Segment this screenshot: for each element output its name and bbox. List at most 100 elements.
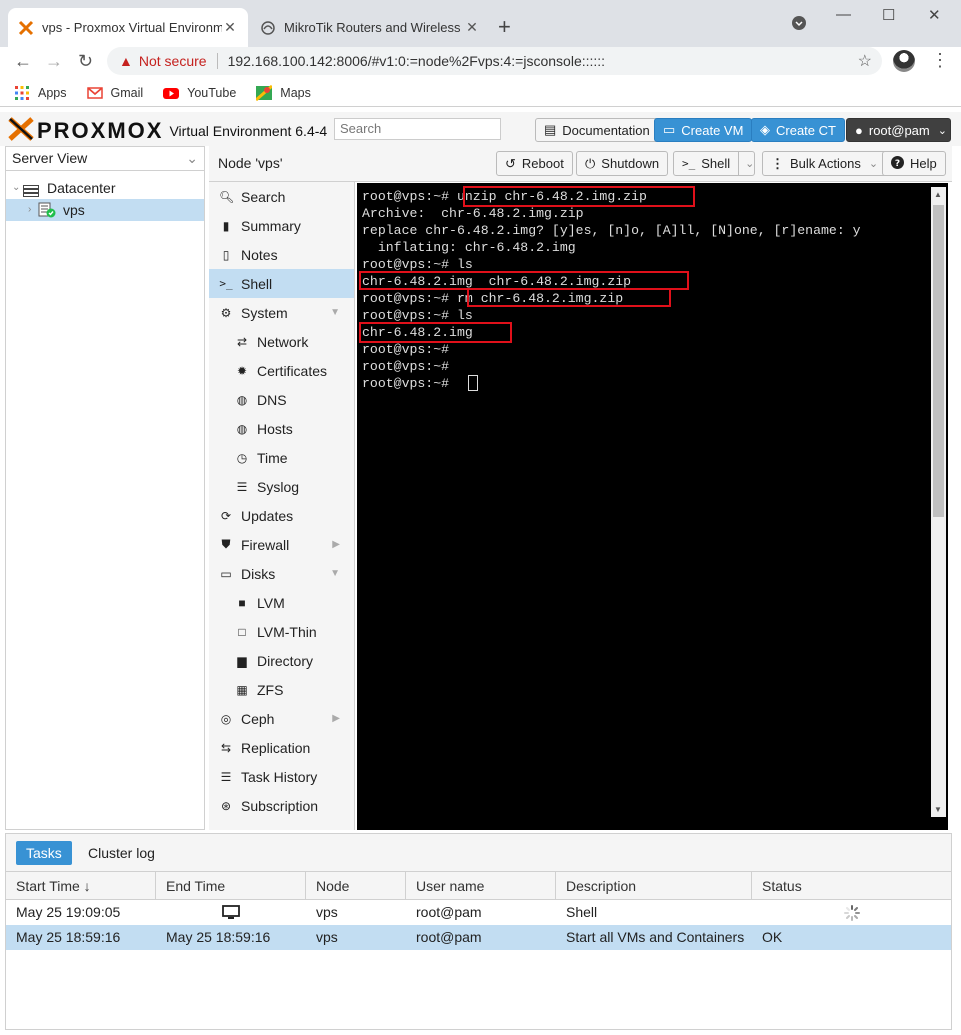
reboot-button[interactable]: ↺ Reboot: [496, 151, 573, 176]
cell-description: Start all VMs and Containers: [566, 929, 745, 945]
view-selector-label: Server View: [12, 150, 88, 166]
security-label[interactable]: Not secure: [139, 53, 207, 69]
expand-down-icon[interactable]: ▼: [330, 307, 340, 318]
shield-icon: ⛊: [221, 537, 231, 551]
th-large-icon: ▦: [236, 682, 248, 697]
bookmark-apps[interactable]: Apps: [14, 85, 67, 101]
tree-item-datacenter[interactable]: ⌄ Datacenter: [6, 177, 204, 199]
expand-arrow-icon[interactable]: ›: [28, 199, 31, 221]
tab-tasks[interactable]: Tasks: [16, 841, 72, 865]
svg-text:?: ?: [895, 159, 900, 169]
url-text[interactable]: 192.168.100.142:8006/#v1:0:=node%2Fvps:4…: [228, 53, 606, 69]
close-window-icon[interactable]: ✕: [928, 6, 941, 24]
profile-avatar[interactable]: [893, 50, 915, 72]
tab-cluster-log[interactable]: Cluster log: [78, 841, 165, 865]
reload-icon[interactable]: ↻: [78, 51, 93, 72]
forward-icon[interactable]: →: [45, 51, 63, 72]
bookmark-gmail[interactable]: Gmail: [86, 85, 143, 101]
bookmark-maps[interactable]: Maps: [255, 84, 311, 102]
menu-label: DNS: [257, 391, 287, 408]
table-row[interactable]: May 25 19:09:05 vps root@pam Shell: [6, 900, 951, 925]
highlight-box: [463, 186, 695, 207]
scrollbar-thumb[interactable]: [933, 205, 944, 517]
maximize-icon[interactable]: ☐: [882, 6, 895, 24]
menu-item-shell[interactable]: >_ Shell: [209, 269, 354, 298]
menu-item-disks[interactable]: ▭ Disks ▼: [209, 559, 354, 588]
view-selector[interactable]: Server View ⌄: [6, 147, 204, 171]
highlight-box: [359, 322, 512, 343]
address-bar[interactable]: ▲ Not secure 192.168.100.142:8006/#v1:0:…: [107, 47, 882, 75]
create-ct-button[interactable]: ◈ Create CT: [751, 118, 845, 142]
column-header-user[interactable]: User name: [406, 872, 556, 899]
column-header-node[interactable]: Node: [306, 872, 406, 899]
menu-item-lvm-thin[interactable]: □ LVM-Thin: [209, 617, 354, 646]
browser-menu-icon[interactable]: ⋮: [931, 50, 949, 71]
menu-item-directory[interactable]: ▆ Directory: [209, 646, 354, 675]
menu-item-task-history[interactable]: ☰ Task History: [209, 762, 354, 791]
column-header-end-time[interactable]: End Time: [156, 872, 306, 899]
question-circle-icon: ?: [891, 155, 904, 172]
terminal-scrollbar[interactable]: ▲ ▼: [931, 187, 946, 817]
menu-item-summary[interactable]: ▮ Summary: [209, 211, 354, 240]
expand-right-icon[interactable]: ▶: [332, 539, 340, 550]
power-icon: ⏻: [585, 155, 596, 171]
menu-item-firewall[interactable]: ⛊ Firewall ▶: [209, 530, 354, 559]
chevron-down-icon[interactable]: ⌄: [738, 152, 754, 175]
column-header-description[interactable]: Description: [556, 872, 752, 899]
menu-item-updates[interactable]: ⟳ Updates: [209, 501, 354, 530]
browser-toolbar: ← → ↻ ▲ Not secure 192.168.100.142:8006/…: [0, 47, 961, 77]
menu-item-time[interactable]: ◷ Time: [209, 443, 354, 472]
back-icon[interactable]: ←: [14, 51, 32, 72]
column-header-status[interactable]: Status: [752, 872, 951, 899]
expand-down-icon[interactable]: ▼: [330, 568, 340, 579]
menu-item-replication[interactable]: ⇆ Replication: [209, 733, 354, 762]
menu-label: Search: [241, 188, 286, 205]
tab-proxmox[interactable]: vps - Proxmox Virtual Environme ✕: [8, 8, 248, 47]
tab-search-icon[interactable]: [792, 16, 806, 34]
menu-item-ceph[interactable]: ◎ Ceph ▶: [209, 704, 354, 733]
scroll-down-icon[interactable]: ▼: [934, 805, 942, 814]
shell-button[interactable]: >_ Shell ⌄: [673, 151, 756, 176]
menu-label: ZFS: [257, 681, 284, 698]
bulk-actions-button[interactable]: ⋮ Bulk Actions ⌄: [762, 151, 888, 176]
menu-item-hosts[interactable]: ◍ Hosts: [209, 414, 354, 443]
scroll-up-icon[interactable]: ▲: [934, 190, 942, 199]
menu-item-syslog[interactable]: ☰ Syslog: [209, 472, 354, 501]
running-monitor-icon: [222, 905, 240, 924]
close-tab-icon[interactable]: ✕: [464, 19, 480, 36]
help-button[interactable]: ? Help: [882, 151, 946, 176]
cube-icon: ◈: [760, 122, 770, 137]
menu-item-system[interactable]: ⚙ System ▼: [209, 298, 354, 327]
minimize-icon[interactable]: —: [836, 6, 851, 23]
user-menu-button[interactable]: ● root@pam ⌄: [846, 118, 951, 142]
bookmark-star-icon[interactable]: ☆: [858, 51, 872, 71]
bookmark-youtube[interactable]: YouTube: [163, 85, 236, 101]
bulk-actions-label: Bulk Actions: [790, 156, 861, 171]
close-tab-icon[interactable]: ✕: [222, 19, 238, 36]
pve-search-input[interactable]: Search: [334, 118, 501, 140]
collapse-arrow-icon[interactable]: ⌄: [12, 177, 20, 199]
menu-item-subscription[interactable]: ⊛ Subscription: [209, 791, 354, 820]
terminal-line: inflating: chr-6.48.2.img: [362, 240, 576, 255]
menu-item-search[interactable]: 🔍︎ Search: [209, 182, 354, 211]
column-header-start-time[interactable]: Start Time ↓: [6, 872, 156, 899]
shell-label: Shell: [701, 156, 731, 171]
menu-item-certificates[interactable]: ✹ Certificates: [209, 356, 354, 385]
menu-item-notes[interactable]: ▯ Notes: [209, 240, 354, 269]
documentation-button[interactable]: ▤ Documentation: [535, 118, 659, 142]
globe-icon: ◍: [236, 421, 248, 436]
new-tab-button[interactable]: +: [498, 14, 511, 40]
menu-item-dns[interactable]: ◍ DNS: [209, 385, 354, 414]
shutdown-button[interactable]: ⏻ Shutdown: [576, 151, 669, 176]
product-version: Virtual Environment 6.4-4: [169, 122, 328, 139]
menu-item-lvm[interactable]: ■ LVM: [209, 588, 354, 617]
table-row[interactable]: May 25 18:59:16 May 25 18:59:16 vps root…: [6, 925, 951, 950]
create-ct-label: Create CT: [776, 122, 836, 138]
expand-right-icon[interactable]: ▶: [332, 713, 340, 724]
menu-item-zfs[interactable]: ▦ ZFS: [209, 675, 354, 704]
menu-item-network[interactable]: ⇄ Network: [209, 327, 354, 356]
create-vm-button[interactable]: ▭ Create VM: [654, 118, 753, 142]
tab-mikrotik[interactable]: MikroTik Routers and Wireless - S ✕: [250, 8, 490, 47]
tree-item-vps[interactable]: › vps: [6, 199, 204, 221]
shell-terminal[interactable]: root@vps:~# unzip chr-6.48.2.img.zip Arch…: [357, 183, 948, 830]
